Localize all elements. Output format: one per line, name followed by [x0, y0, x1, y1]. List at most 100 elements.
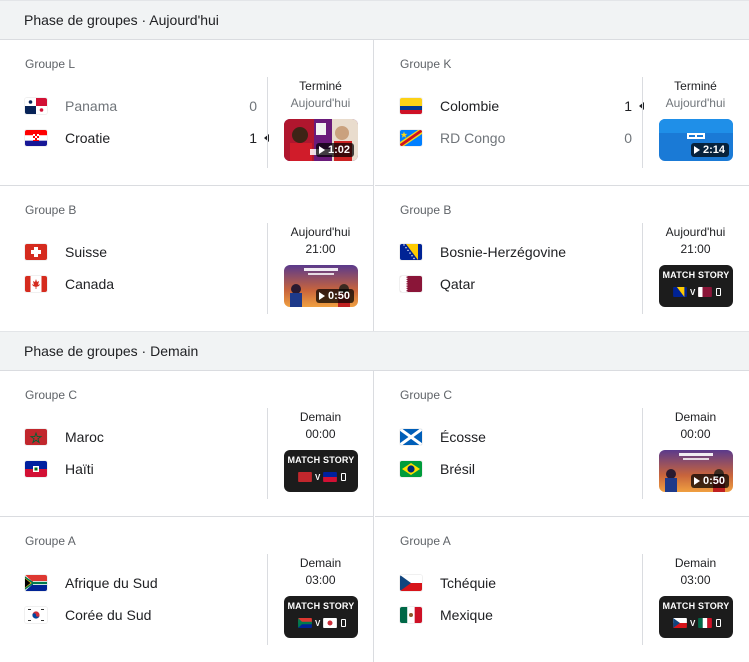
team-row: Colombie 1 — [400, 94, 644, 118]
versus-label: V — [690, 287, 696, 297]
switzerland-flag-icon — [25, 244, 47, 260]
divider — [642, 223, 643, 314]
team-name: Maroc — [65, 429, 104, 445]
canada-flag-icon — [25, 276, 47, 292]
divider — [267, 554, 268, 645]
match-story-thumbnail[interactable]: MATCH STORY V — [659, 596, 733, 638]
match-date: Aujourd'hui — [290, 96, 351, 110]
team-row: Afrique du Sud — [25, 571, 257, 595]
match-time: 03:00 — [680, 573, 711, 587]
team-score: 0 — [249, 98, 257, 114]
divider — [642, 554, 643, 645]
group-label: Groupe B — [400, 203, 452, 217]
team-row: Tchéquie — [400, 571, 632, 595]
match-time: 21:00 — [680, 242, 711, 256]
match-date: Demain — [299, 556, 342, 570]
bosnia-flag-icon — [673, 287, 687, 297]
video-duration: 1:02 — [315, 143, 354, 157]
match-status: Terminé — [299, 79, 342, 93]
team-name: RD Congo — [440, 130, 506, 146]
group-label: Groupe A — [25, 534, 76, 548]
video-duration: 0:50 — [690, 474, 729, 488]
divider — [267, 77, 268, 168]
section-header-today: Phase de groupes · Aujourd'hui — [0, 0, 749, 40]
section-title: Phase de groupes · Aujourd'hui — [24, 12, 219, 28]
video-duration: 2:14 — [690, 143, 729, 157]
match-date: Demain — [674, 556, 717, 570]
team-name: Haïti — [65, 461, 94, 477]
match-card-bosnie-qatar[interactable]: Groupe B Bosnie-Herzégovine Qatar Aujour… — [375, 186, 749, 332]
divider — [267, 223, 268, 314]
qatar-flag-icon — [400, 276, 422, 292]
group-label: Groupe K — [400, 57, 452, 71]
match-story-thumbnail[interactable]: MATCH STORY V — [284, 450, 358, 492]
match-story-label: MATCH STORY — [662, 270, 730, 280]
match-date: Demain — [674, 410, 717, 424]
group-label: Groupe C — [25, 388, 78, 402]
team-row: Croatie 1 — [25, 126, 269, 150]
team-score: 1 — [249, 130, 257, 146]
match-card-ecosse-bresil[interactable]: Groupe C Écosse Brésil Demain 00:00 0:50 — [375, 371, 749, 517]
colombia-flag-icon — [400, 98, 422, 114]
match-time: 03:00 — [305, 573, 336, 587]
match-card-suisse-canada[interactable]: Groupe B Suisse Canada Aujourd'hui 21:00… — [0, 186, 374, 332]
versus-label: V — [315, 618, 321, 628]
team-row: Corée du Sud — [25, 603, 257, 627]
match-story-label: MATCH STORY — [662, 601, 730, 611]
team-name: Brésil — [440, 461, 476, 477]
south-korea-flag-icon — [323, 618, 338, 628]
match-story-thumbnail[interactable]: MATCH STORY V — [284, 596, 358, 638]
divider — [642, 408, 643, 499]
match-story-label: MATCH STORY — [287, 455, 355, 465]
match-date: Aujourd'hui — [665, 225, 726, 239]
south-korea-flag-icon — [25, 607, 47, 623]
phone-icon — [341, 473, 347, 481]
team-name: Mexique — [440, 607, 493, 623]
versus-label: V — [315, 472, 321, 482]
qatar-flag-icon — [698, 287, 713, 297]
team-name: Suisse — [65, 244, 108, 260]
divider — [267, 408, 268, 499]
team-row: RD Congo 0 — [400, 126, 632, 150]
czechia-flag-icon — [400, 575, 422, 591]
match-story-thumbnail[interactable]: MATCH STORY V — [659, 265, 733, 307]
match-card-maroc-haiti[interactable]: Groupe C Maroc Haïti Demain 00:00 MATCH … — [0, 371, 374, 517]
video-thumbnail[interactable]: 2:14 — [659, 119, 733, 161]
play-icon — [693, 477, 700, 485]
versus-label: V — [690, 618, 696, 628]
team-row: Mexique — [400, 603, 632, 627]
phone-icon — [716, 288, 722, 296]
czechia-flag-icon — [673, 618, 687, 628]
video-duration: 0:50 — [315, 289, 354, 303]
team-name: Canada — [65, 276, 115, 292]
match-card-tchequie-mexique[interactable]: Groupe A Tchéquie Mexique Demain 03:00 M… — [375, 517, 749, 662]
team-row: Bosnie-Herzégovine — [400, 240, 632, 264]
croatia-flag-icon — [25, 130, 47, 146]
group-label: Groupe L — [25, 57, 76, 71]
match-time: 21:00 — [305, 242, 336, 256]
mexico-flag-icon — [698, 618, 713, 628]
dr-congo-flag-icon — [400, 130, 422, 146]
team-name: Bosnie-Herzégovine — [440, 244, 567, 260]
haiti-flag-icon — [323, 472, 338, 482]
team-row: Haïti — [25, 457, 257, 481]
video-thumbnail[interactable]: 0:50 — [659, 450, 733, 492]
match-card-colombie-rdcongo[interactable]: Groupe K Colombie 1 RD Congo 0 Terminé A… — [375, 40, 749, 186]
match-card-afriquedusud-coreedusud[interactable]: Groupe A Afrique du Sud Corée du Sud Dem… — [0, 517, 374, 662]
match-date: Aujourd'hui — [290, 225, 351, 239]
team-name: Panama — [65, 98, 118, 114]
south-africa-flag-icon — [298, 618, 312, 628]
match-card-panama-croatie[interactable]: Groupe L Panama 0 Croatie 1 Terminé Aujo… — [0, 40, 374, 186]
divider — [642, 77, 643, 168]
scotland-flag-icon — [400, 429, 422, 445]
team-name: Tchéquie — [440, 575, 497, 591]
haiti-flag-icon — [25, 461, 47, 477]
group-label: Groupe B — [25, 203, 77, 217]
mexico-flag-icon — [400, 607, 422, 623]
play-icon — [318, 146, 325, 154]
team-score: 1 — [624, 98, 632, 114]
section-title: Phase de groupes · Demain — [24, 343, 199, 359]
match-time: 00:00 — [305, 427, 336, 441]
video-thumbnail[interactable]: 0:50 — [284, 265, 358, 307]
video-thumbnail[interactable]: 1:02 — [284, 119, 358, 161]
